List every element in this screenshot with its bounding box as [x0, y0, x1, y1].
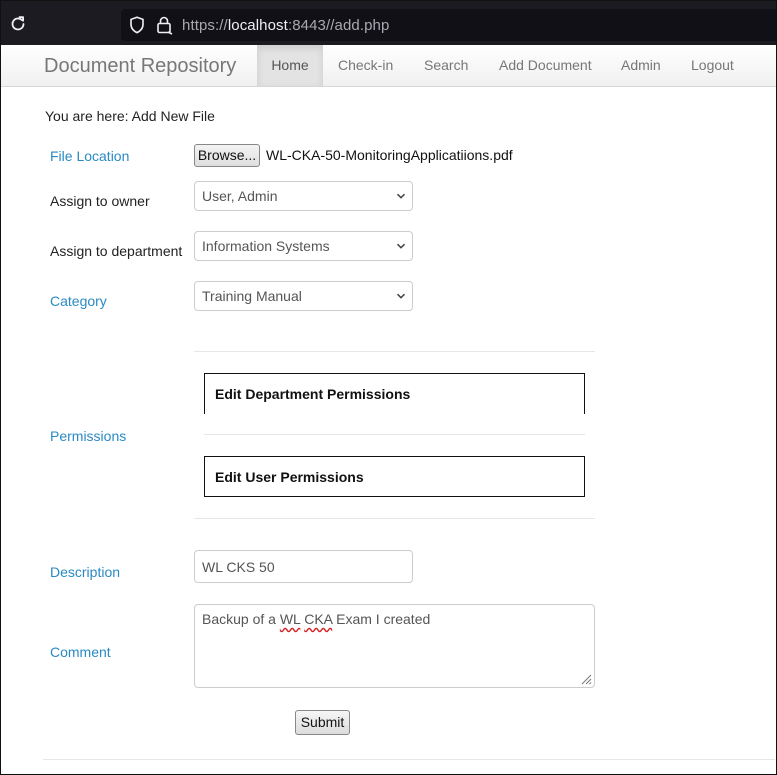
resize-grip-icon[interactable]: [580, 673, 592, 685]
owner-select-value: User, Admin: [202, 188, 278, 204]
breadcrumb: You are here: Add New File: [45, 108, 215, 124]
spellcheck-word-cka: CKA: [304, 611, 333, 627]
browser-toolbar: https://localhost:8443//add.php: [1, 1, 776, 45]
department-select[interactable]: Information Systems: [194, 231, 413, 261]
comment-label[interactable]: Comment: [50, 644, 111, 660]
comment-textarea[interactable]: Backup of a WL CKA Exam I created: [194, 604, 595, 688]
address-bar[interactable]: https://localhost:8443//add.php: [121, 9, 776, 41]
category-select[interactable]: Training Manual: [194, 281, 413, 311]
brand-title[interactable]: Document Repository: [44, 55, 236, 78]
description-label[interactable]: Description: [50, 564, 120, 580]
department-label: Assign to department: [50, 243, 183, 259]
footer-divider: [43, 759, 775, 760]
comment-text-start: Backup of a: [202, 611, 280, 627]
spellcheck-word-wl: WL: [279, 611, 301, 627]
nav-admin[interactable]: Admin: [621, 45, 661, 86]
edit-user-permissions-toggle[interactable]: Edit User Permissions: [204, 456, 585, 497]
url-path: :8443//add.php: [287, 17, 390, 34]
reload-icon[interactable]: [9, 15, 27, 33]
department-select-value: Information Systems: [202, 238, 330, 254]
submit-button[interactable]: Submit: [295, 710, 350, 735]
url-host: localhost: [227, 17, 288, 34]
chevron-down-icon: [396, 293, 406, 299]
nav-search[interactable]: Search: [424, 45, 468, 86]
permissions-label[interactable]: Permissions: [50, 428, 126, 444]
nav-home[interactable]: Home: [257, 45, 323, 86]
owner-select[interactable]: User, Admin: [194, 181, 413, 211]
lock-icon[interactable]: [155, 15, 173, 35]
category-select-value: Training Manual: [202, 288, 302, 304]
url-prefix: https://: [182, 17, 228, 34]
chevron-down-icon: [396, 243, 406, 249]
description-input-value: WL CKS 50: [202, 559, 275, 575]
category-label[interactable]: Category: [50, 293, 107, 309]
browse-button[interactable]: Browse...: [194, 144, 260, 167]
site-navbar: Document Repository Home Check-in Search…: [1, 45, 776, 87]
nav-logout[interactable]: Logout: [691, 45, 734, 86]
nav-add-document[interactable]: Add Document: [499, 45, 592, 86]
selected-file-name: WL-CKA-50-MonitoringApplicatiions.pdf: [266, 147, 513, 163]
owner-label: Assign to owner: [50, 193, 150, 209]
description-input[interactable]: WL CKS 50: [194, 550, 413, 583]
url-text: https://localhost:8443//add.php: [182, 17, 389, 34]
edit-user-permissions-label: Edit User Permissions: [215, 469, 364, 485]
comment-text: Backup of a WL CKA Exam I created: [202, 611, 430, 627]
window: https://localhost:8443//add.php Document…: [0, 0, 777, 775]
permissions-mid-divider: [204, 434, 585, 435]
nav-check-in[interactable]: Check-in: [338, 45, 393, 86]
shield-icon[interactable]: [129, 16, 145, 34]
edit-department-permissions-label: Edit Department Permissions: [215, 386, 411, 402]
file-location-label[interactable]: File Location: [50, 148, 129, 164]
permissions-bottom-divider: [194, 518, 595, 519]
comment-text-end: Exam I created: [332, 611, 431, 627]
permissions-top-divider: [194, 351, 595, 352]
chevron-down-icon: [396, 193, 406, 199]
edit-department-permissions-toggle[interactable]: Edit Department Permissions: [204, 373, 585, 414]
